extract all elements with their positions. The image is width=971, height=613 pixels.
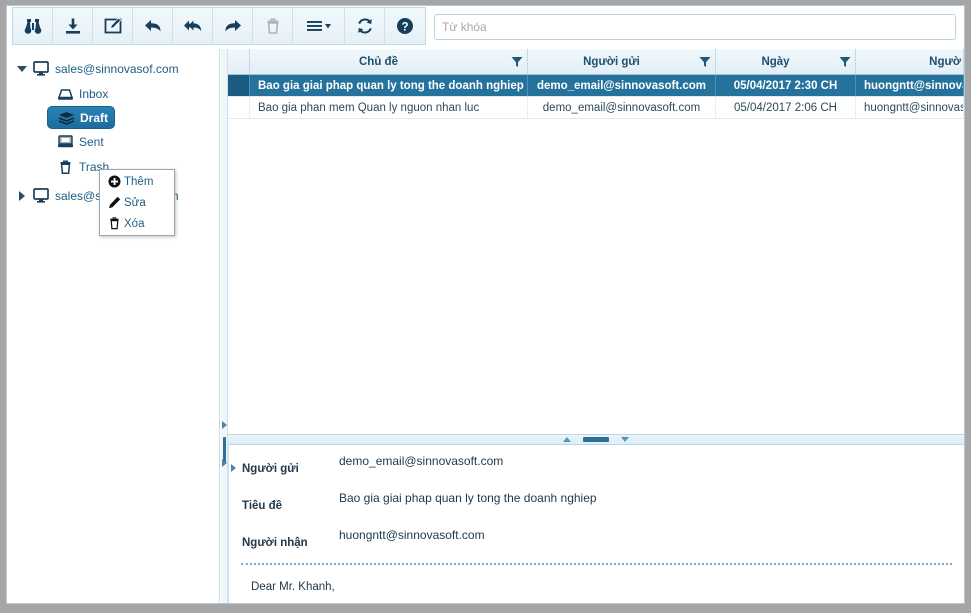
splitter-down-icon[interactable] [621, 437, 629, 442]
compose-icon [104, 17, 121, 34]
inbox-icon [53, 87, 77, 101]
table-row[interactable]: Bao gia phan mem Quan ly nguon nhan luc … [228, 97, 964, 119]
tree-account-1[interactable]: sales@sinnovasof.com [7, 56, 219, 81]
delete-button[interactable] [253, 8, 293, 44]
detail-collapse-icon[interactable] [231, 464, 236, 472]
toolbar: ? [7, 6, 964, 48]
sidebar-item-label: Draft [80, 110, 109, 125]
pencil-icon [105, 196, 124, 209]
download-icon [65, 18, 80, 34]
sidebar-item-inbox[interactable]: Inbox [7, 81, 219, 106]
message-body: Dear Mr. Khanh, [251, 581, 335, 593]
expand-collapse-icon[interactable] [15, 190, 29, 201]
column-header-label: Chủ đề [359, 55, 398, 68]
detail-field-subject: Tiêu đề Bao gia giai phap quan ly tong t… [229, 483, 964, 520]
context-menu-item-label: Thêm [124, 175, 154, 188]
column-header-label: Ngườ [929, 55, 961, 68]
forward-button[interactable] [213, 8, 253, 44]
search-area [426, 6, 964, 48]
sidebar-item-sent[interactable]: Sent [7, 129, 219, 154]
tree-account-label: sales@sinnovasof.com [55, 61, 179, 76]
column-header-recipient[interactable]: Ngườ [856, 49, 964, 74]
toolbar-button-group: ? [12, 7, 426, 45]
message-detail-panel: Người gửi demo_email@sinnovasoft.com Tiê… [228, 446, 964, 603]
reply-button[interactable] [133, 8, 173, 44]
mail-client-window: ? sales@sinnovasof.com [6, 5, 965, 604]
detail-field-value: demo_email@sinnovasoft.com [339, 454, 504, 468]
detail-field-value: Bao gia giai phap quan ly tong the doanh… [339, 491, 597, 505]
reply-all-button[interactable] [173, 8, 213, 44]
reply-icon [144, 20, 160, 32]
cell-date: 05/04/2017 2:30 CH [716, 75, 856, 96]
cell-date: 05/04/2017 2:06 CH [716, 97, 856, 118]
monitor-icon [29, 61, 53, 76]
grid-header-indicator [228, 49, 250, 74]
column-header-label: Người gửi [583, 55, 640, 68]
row-indicator [228, 75, 250, 96]
download-button[interactable] [53, 8, 93, 44]
splitter-up-icon[interactable] [563, 437, 571, 442]
help-icon: ? [397, 18, 413, 34]
main-area: Chủ đề Người gửi Ngày Ngườ Bao gia giai … [221, 49, 964, 603]
help-button[interactable]: ? [385, 8, 425, 44]
refresh-button[interactable] [345, 8, 385, 44]
context-menu-item-label: Xóa [124, 217, 145, 230]
cell-subject: Bao gia phan mem Quan ly nguon nhan luc [250, 97, 528, 118]
message-grid: Chủ đề Người gửi Ngày Ngườ Bao gia giai … [228, 49, 964, 434]
vertical-splitter[interactable] [221, 49, 228, 603]
sidebar-item-label: Sent [79, 134, 104, 149]
cell-recipient: huongntt@sinnovasoft.com [856, 97, 964, 118]
context-menu-item-add[interactable]: Thêm [100, 171, 174, 192]
folder-context-menu: Thêm Sửa Xóa [99, 169, 175, 236]
svg-text:?: ? [401, 22, 408, 34]
detail-field-label: Người nhận [242, 537, 308, 549]
cell-sender: demo_email@sinnovasoft.com [528, 97, 716, 118]
detail-field-value: huongntt@sinnovasoft.com [339, 528, 485, 542]
filter-icon[interactable] [695, 56, 715, 68]
filter-icon[interactable] [507, 56, 527, 68]
reply-all-icon [183, 20, 201, 32]
grid-header-row: Chủ đề Người gửi Ngày Ngườ [228, 49, 964, 75]
forward-icon [225, 20, 241, 32]
hamburger-dropdown-icon [306, 21, 331, 31]
monitor-icon [29, 188, 53, 203]
binoculars-icon [24, 19, 41, 34]
more-menu-button[interactable] [293, 8, 345, 44]
splitter-expand-icon[interactable] [222, 459, 227, 467]
compose-button[interactable] [93, 8, 133, 44]
detail-field-label: Tiêu đề [242, 500, 283, 512]
context-menu-item-delete[interactable]: Xóa [100, 213, 174, 234]
sidebar-item-label: Inbox [79, 86, 109, 101]
column-header-sender[interactable]: Người gửi [528, 49, 716, 74]
context-menu-item-edit[interactable]: Sửa [100, 192, 174, 213]
cell-recipient: huongntt@sinnovasoft.com [856, 75, 964, 96]
detail-field-label: Người gửi [242, 463, 299, 475]
splitter-handle[interactable] [583, 437, 609, 442]
sent-tray-icon [53, 134, 77, 149]
cell-sender: demo_email@sinnovasoft.com [528, 75, 716, 96]
plus-circle-icon [105, 175, 124, 188]
column-header-label: Ngày [761, 55, 790, 68]
detail-field-sender: Người gửi demo_email@sinnovasoft.com [229, 446, 964, 483]
folder-sidebar: sales@sinnovasof.com Inbox Draft Sent Tr… [7, 49, 220, 603]
trash-icon [267, 18, 278, 34]
cell-subject: Bao gia giai phap quan ly tong the doanh… [250, 75, 528, 96]
column-header-date[interactable]: Ngày [716, 49, 856, 74]
search-input[interactable] [434, 14, 956, 40]
refresh-icon [357, 18, 372, 34]
expand-collapse-icon[interactable] [15, 65, 29, 72]
context-menu-item-label: Sửa [124, 196, 146, 209]
column-header-subject[interactable]: Chủ đề [250, 49, 528, 74]
find-button[interactable] [13, 8, 53, 44]
detail-field-recipient: Người nhận huongntt@sinnovasoft.com [229, 520, 964, 557]
sidebar-item-draft[interactable]: Draft [47, 106, 115, 129]
filter-icon[interactable] [835, 56, 855, 68]
trash-icon [53, 160, 77, 174]
row-indicator [228, 97, 250, 118]
horizontal-splitter[interactable] [228, 434, 964, 445]
layers-icon [54, 111, 78, 125]
splitter-collapse-icon[interactable] [222, 421, 227, 429]
trash-icon [105, 217, 124, 230]
table-row[interactable]: Bao gia giai phap quan ly tong the doanh… [228, 75, 964, 97]
